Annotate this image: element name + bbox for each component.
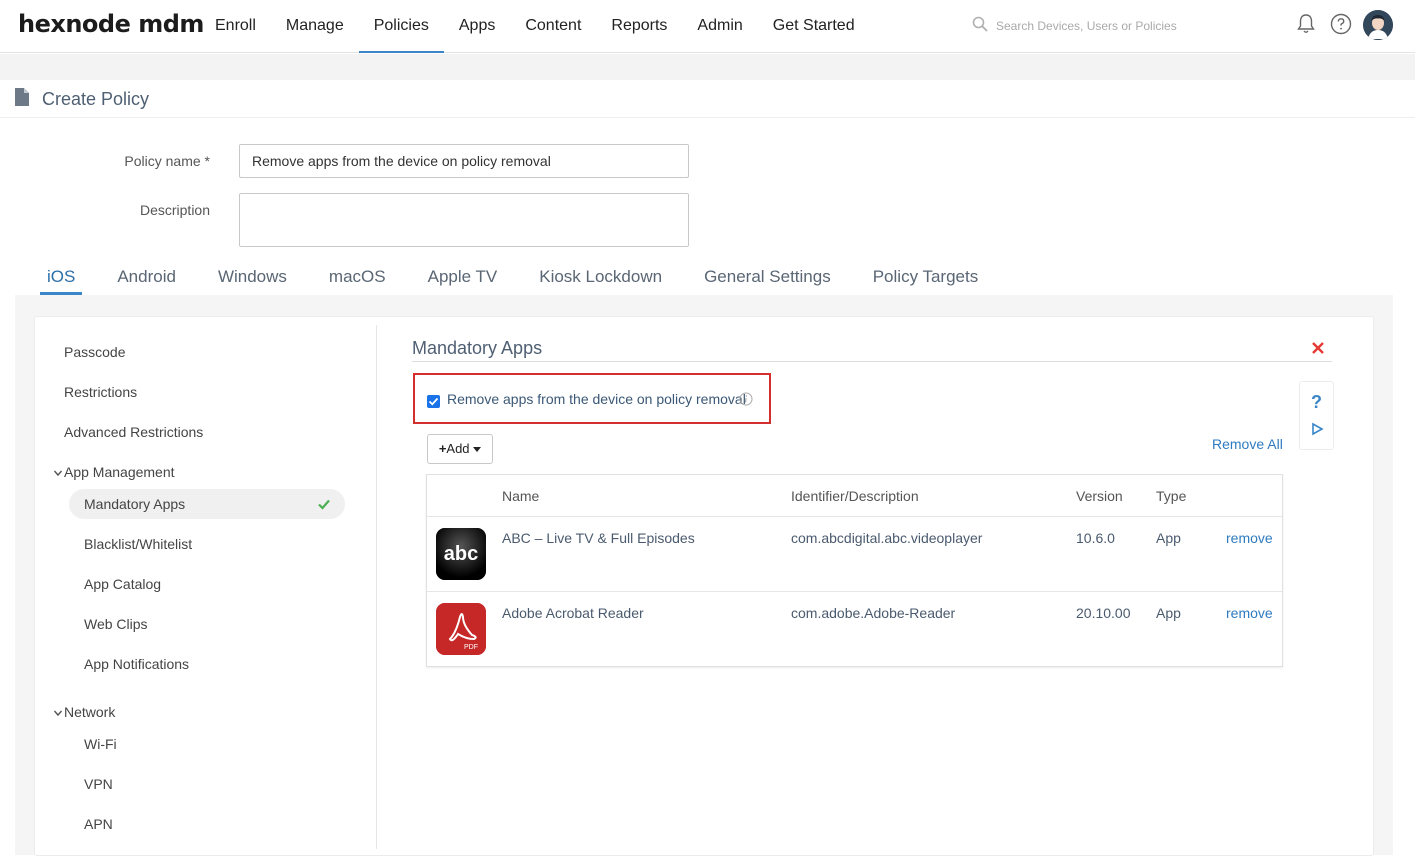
nav-apps[interactable]: Apps (444, 0, 510, 53)
column-header-type: Type (1156, 488, 1187, 504)
tab-windows[interactable]: Windows (211, 262, 294, 295)
description-label: Description (139, 202, 210, 218)
sidebar-item-app-catalog[interactable]: App Catalog (84, 576, 161, 592)
tab-policy-targets[interactable]: Policy Targets (866, 262, 986, 295)
policy-name-input[interactable]: Remove apps from the device on policy re… (239, 144, 689, 178)
column-header-identifier: Identifier/Description (791, 488, 919, 504)
add-button-label: Add (446, 441, 470, 456)
app-identifier: com.abcdigital.abc.videoplayer (791, 530, 983, 546)
column-header-name: Name (502, 488, 540, 504)
app-name: ABC – Live TV & Full Episodes (502, 530, 695, 546)
row-divider (427, 591, 1282, 592)
app-type: App (1156, 530, 1181, 546)
nav-content[interactable]: Content (510, 0, 596, 53)
info-icon[interactable] (739, 392, 753, 406)
app-version: 20.10.00 (1076, 605, 1131, 621)
sidebar-group-app-management[interactable]: App Management (53, 464, 175, 480)
adobe-acrobat-icon: PDF (436, 603, 486, 655)
help-question-icon[interactable]: ? (1311, 392, 1322, 413)
hexnode-logo[interactable]: hexnode mdm (18, 10, 204, 38)
sidebar-item-web-clips[interactable]: Web Clips (84, 616, 148, 632)
sidebar-item-mandatory-apps[interactable]: Mandatory Apps (84, 496, 185, 512)
tab-apple-tv[interactable]: Apple TV (421, 262, 505, 295)
tab-kiosk-lockdown[interactable]: Kiosk Lockdown (532, 262, 669, 295)
search-input[interactable] (996, 14, 1256, 38)
sidebar-item-blacklist-whitelist[interactable]: Blacklist/Whitelist (84, 536, 192, 552)
description-textarea[interactable] (239, 193, 689, 247)
help-circle-icon[interactable] (1329, 12, 1353, 36)
remove-app-link[interactable]: remove (1226, 530, 1273, 546)
chevron-down-icon (53, 710, 63, 717)
nav-policies[interactable]: Policies (358, 0, 444, 53)
sidebar-item-restrictions[interactable]: Restrictions (64, 384, 137, 400)
sidebar-divider (376, 325, 377, 849)
nav-admin[interactable]: Admin (682, 0, 757, 53)
sidebar-item-vpn[interactable]: VPN (84, 776, 113, 792)
checkbox-check-icon (428, 397, 439, 406)
abc-app-icon: abc (436, 528, 486, 580)
sidebar-group-label: App Management (64, 464, 175, 480)
checkmark-icon (318, 499, 330, 510)
main-nav: Enroll Manage Policies Apps Content Repo… (200, 0, 870, 53)
chevron-down-icon (53, 470, 63, 477)
apps-table: Name Identifier/Description Version Type… (426, 474, 1283, 667)
nav-get-started[interactable]: Get Started (758, 0, 870, 53)
app-name: Adobe Acrobat Reader (502, 605, 644, 621)
play-icon[interactable] (1310, 422, 1324, 436)
add-app-button[interactable]: +Add (427, 434, 493, 464)
bell-icon[interactable] (1294, 12, 1318, 36)
remove-all-link[interactable]: Remove All (1212, 436, 1283, 452)
sidebar-item-advanced-restrictions[interactable]: Advanced Restrictions (64, 424, 203, 440)
sidebar-group-label: Network (64, 704, 116, 720)
remove-apps-checkbox[interactable] (427, 395, 440, 408)
search-icon (972, 16, 988, 32)
pdf-label: PDF (464, 644, 478, 651)
tab-general-settings[interactable]: General Settings (697, 262, 838, 295)
remove-apps-checkbox-label[interactable]: Remove apps from the device on policy re… (447, 391, 746, 407)
section-divider (412, 361, 1332, 362)
global-search (970, 14, 1270, 38)
abc-logo-text: abc (444, 543, 478, 565)
app-identifier: com.adobe.Adobe-Reader (791, 605, 956, 621)
sidebar-item-apn[interactable]: APN (84, 816, 113, 832)
section-title: Mandatory Apps (412, 338, 543, 358)
nav-reports[interactable]: Reports (596, 0, 682, 53)
sidebar-item-app-notifications[interactable]: App Notifications (84, 656, 189, 672)
document-icon (15, 88, 29, 106)
tab-ios[interactable]: iOS (40, 262, 83, 295)
page-title: Create Policy (42, 89, 150, 109)
page-header: Create Policy (0, 80, 1415, 118)
nav-manage[interactable]: Manage (271, 0, 359, 53)
platform-tabs: iOS Android Windows macOS Apple TV Kiosk… (40, 262, 1013, 295)
app-type: App (1156, 605, 1181, 621)
row-divider (427, 516, 1282, 517)
tab-android[interactable]: Android (110, 262, 183, 295)
column-header-version: Version (1076, 488, 1123, 504)
tab-macos[interactable]: macOS (322, 262, 393, 295)
app-version: 10.6.0 (1076, 530, 1115, 546)
user-avatar-icon (1363, 10, 1393, 40)
sidebar-group-network[interactable]: Network (53, 704, 115, 720)
remove-app-link[interactable]: remove (1226, 605, 1273, 621)
help-panel: ? (1299, 381, 1334, 450)
sidebar-item-wifi[interactable]: Wi-Fi (84, 736, 117, 752)
user-avatar[interactable] (1363, 10, 1393, 40)
top-navigation-bar: hexnode mdm Enroll Manage Policies Apps … (0, 0, 1415, 53)
nav-enroll[interactable]: Enroll (200, 0, 271, 53)
header-spacer (0, 54, 1415, 80)
close-icon[interactable] (1310, 340, 1326, 356)
sidebar-item-passcode[interactable]: Passcode (64, 344, 125, 360)
caret-down-icon (473, 446, 482, 452)
policy-name-label: Policy name * (124, 153, 210, 169)
